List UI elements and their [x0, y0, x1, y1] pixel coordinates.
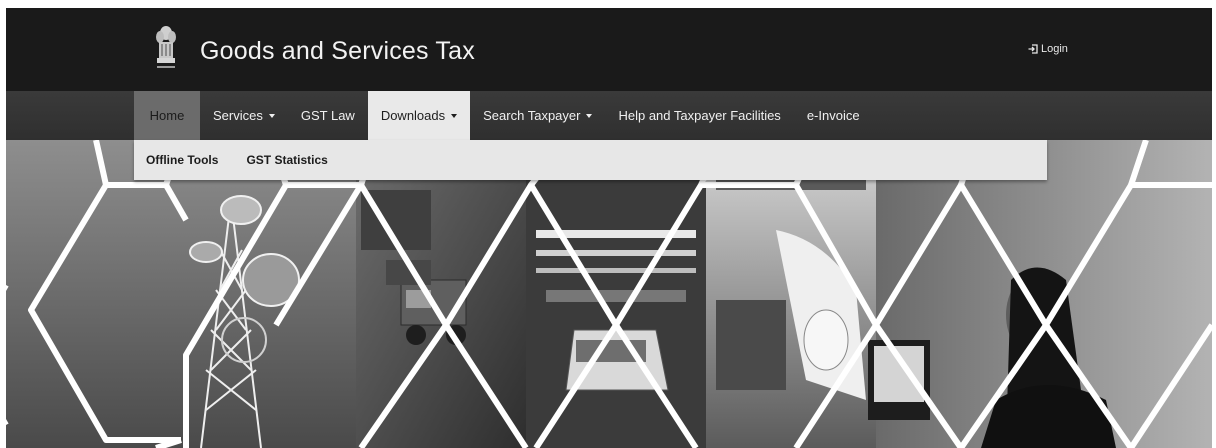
login-link[interactable]: Login: [1028, 43, 1068, 55]
gst-portal-page: Goods and Services Tax Login Home Servic…: [6, 8, 1212, 448]
hero-banner: [6, 140, 1212, 448]
caret-down-icon: [586, 114, 593, 118]
menu-item-offline-tools[interactable]: Offline Tools: [134, 153, 218, 167]
nav-label: Search Taxpayer: [483, 108, 581, 123]
sign-in-icon: [1028, 44, 1038, 54]
nav-e-invoice[interactable]: e-Invoice: [794, 91, 873, 140]
nav-home[interactable]: Home: [134, 91, 200, 140]
caret-down-icon: [268, 114, 275, 118]
nav-label: Help and Taxpayer Facilities: [618, 108, 781, 123]
nav-gst-law[interactable]: GST Law: [288, 91, 368, 140]
nav-label: e-Invoice: [806, 108, 860, 123]
menu-item-gst-statistics[interactable]: GST Statistics: [234, 153, 327, 167]
nav-services[interactable]: Services: [200, 91, 288, 140]
nav-search-taxpayer[interactable]: Search Taxpayer: [470, 91, 605, 140]
state-emblem-icon[interactable]: [151, 22, 181, 78]
site-header: Goods and Services Tax Login: [6, 8, 1212, 91]
nav-label: Services: [213, 108, 263, 123]
nav-help-taxpayer-facilities[interactable]: Help and Taxpayer Facilities: [605, 91, 793, 140]
nav-label: Downloads: [380, 108, 446, 123]
nav-downloads[interactable]: Downloads: [367, 91, 471, 140]
site-title[interactable]: Goods and Services Tax: [200, 37, 475, 66]
login-label: Login: [1041, 43, 1068, 55]
nav-label: Home: [149, 108, 185, 123]
main-navigation: Home Services GST Law Downloads Search T…: [6, 91, 1212, 141]
downloads-dropdown-menu: Offline Tools GST Statistics: [134, 140, 1047, 180]
nav-label: GST Law: [300, 108, 355, 123]
caret-down-icon: [451, 114, 458, 118]
